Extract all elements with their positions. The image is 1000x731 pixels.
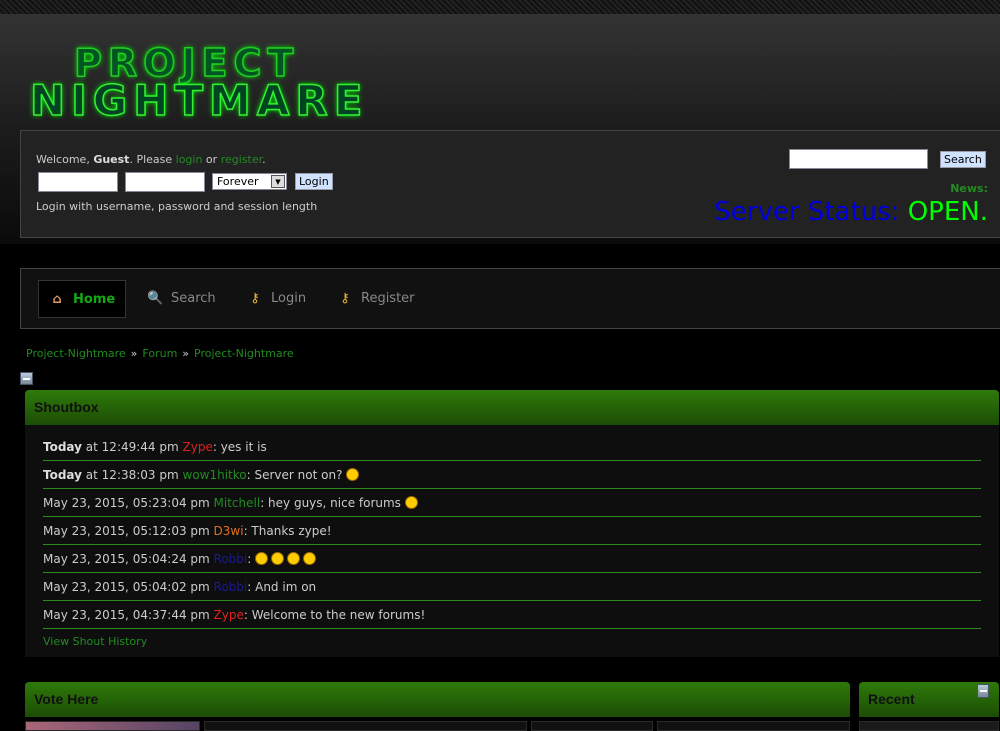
nav-search[interactable]: 🔍 Search bbox=[137, 280, 216, 318]
shout-item: May 23, 2015, 05:04:24 pm Robbi: bbox=[43, 545, 981, 573]
smiley-icon bbox=[287, 552, 301, 565]
recent-body bbox=[859, 721, 999, 731]
nav-register[interactable]: ⚷ Register bbox=[327, 280, 414, 318]
shout-user-link[interactable]: wow1hitko bbox=[183, 468, 247, 482]
shout-user-link[interactable]: Robbi bbox=[214, 580, 248, 594]
key-add-icon: ⚷ bbox=[340, 291, 350, 306]
news-label: News: bbox=[950, 182, 988, 195]
collapse-icon[interactable] bbox=[977, 684, 989, 698]
smiley-icon bbox=[346, 468, 360, 481]
login-button[interactable]: Login bbox=[295, 173, 333, 190]
smiley-icon bbox=[404, 496, 418, 509]
server-status: Server Status: OPEN. bbox=[714, 197, 988, 227]
main-nav: ⌂ Home 🔍 Search ⚷ Login ⚷ Register bbox=[20, 268, 1000, 329]
session-length-select[interactable]: Forever ▼ bbox=[212, 173, 287, 190]
search-input[interactable] bbox=[789, 149, 928, 169]
top-strip bbox=[0, 0, 1000, 14]
smiley-icon bbox=[271, 552, 285, 565]
home-icon: ⌂ bbox=[52, 292, 62, 307]
shout-user-link[interactable]: Zype bbox=[214, 608, 244, 622]
user-panel: Welcome, Guest. Please login or register… bbox=[20, 130, 1000, 238]
login-hint: Login with username, password and sessio… bbox=[36, 200, 318, 213]
login-link[interactable]: login bbox=[176, 153, 203, 166]
username-input[interactable] bbox=[38, 172, 118, 192]
shout-item: May 23, 2015, 05:04:02 pm Robbi: And im … bbox=[43, 573, 981, 601]
shout-user-link[interactable]: D3wi bbox=[214, 524, 244, 538]
smiley-icon bbox=[303, 552, 317, 565]
nav-home[interactable]: ⌂ Home bbox=[38, 280, 127, 318]
search-icon: 🔍 bbox=[147, 291, 164, 306]
vote-header: Vote Here bbox=[25, 682, 850, 717]
shoutbox-header: Shoutbox bbox=[25, 390, 999, 425]
breadcrumb-link[interactable]: Project-Nightmare bbox=[194, 347, 294, 360]
password-input[interactable] bbox=[125, 172, 205, 192]
search-button[interactable]: Search bbox=[940, 151, 986, 168]
vote-cell bbox=[657, 721, 850, 731]
vote-banner[interactable] bbox=[25, 721, 200, 731]
shout-item: May 23, 2015, 05:12:03 pm D3wi: Thanks z… bbox=[43, 517, 981, 545]
register-link[interactable]: register bbox=[221, 153, 262, 166]
breadcrumb: Project-Nightmare» Forum» Project-Nightmar… bbox=[26, 347, 294, 360]
chevron-down-icon: ▼ bbox=[271, 175, 285, 188]
vote-cell bbox=[204, 721, 527, 731]
key-icon: ⚷ bbox=[250, 291, 260, 306]
shout-user-link[interactable]: Mitchell bbox=[214, 496, 261, 510]
collapse-icon[interactable] bbox=[20, 372, 33, 385]
vote-cell bbox=[531, 721, 653, 731]
logo[interactable]: PROJECT NIGHTMARE bbox=[29, 43, 380, 122]
breadcrumb-link[interactable]: Forum bbox=[142, 347, 177, 360]
welcome-text: Welcome, Guest. Please login or register… bbox=[36, 153, 266, 166]
smiley-icon bbox=[255, 552, 269, 565]
shout-user-link[interactable]: Robbi bbox=[214, 552, 248, 566]
nav-login[interactable]: ⚷ Login bbox=[237, 280, 306, 318]
shout-item: Today at 12:49:44 pm Zype: yes it is bbox=[43, 433, 981, 461]
shout-item: May 23, 2015, 05:23:04 pm Mitchell: hey … bbox=[43, 489, 981, 517]
breadcrumb-link[interactable]: Project-Nightmare bbox=[26, 347, 126, 360]
shoutbox-body: Today at 12:49:44 pm Zype: yes it is Toda… bbox=[25, 425, 999, 657]
shout-user-link[interactable]: Zype bbox=[183, 440, 213, 454]
shout-item: May 23, 2015, 04:37:44 pm Zype: Welcome … bbox=[43, 601, 981, 629]
view-shout-history-link[interactable]: View Shout History bbox=[43, 635, 147, 648]
shout-item: Today at 12:38:03 pm wow1hitko: Server n… bbox=[43, 461, 981, 489]
